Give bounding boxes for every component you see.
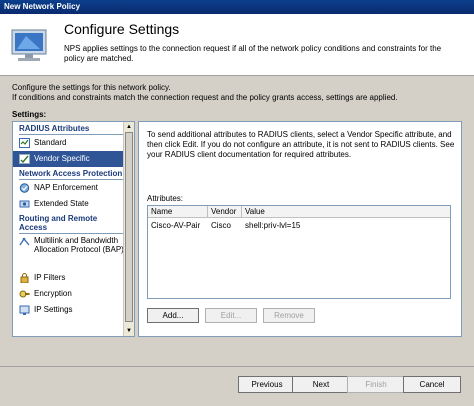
window-title: New Network Policy (0, 0, 474, 14)
standard-icon (19, 138, 30, 148)
cell-value: shell:priv-lvl=15 (245, 221, 301, 230)
edit-button[interactable]: Edit... (205, 308, 257, 323)
remove-button[interactable]: Remove (263, 308, 315, 323)
table-row[interactable]: Cisco-AV-Pair Cisco shell:priv-lvl=15 (148, 219, 450, 233)
nap-enforcement-icon (19, 183, 30, 193)
scrollbar-thumb[interactable] (125, 132, 133, 322)
sidebar-item-vendor-specific[interactable]: Vendor Specific (13, 151, 125, 167)
sidebar-item-extended-state[interactable]: Extended State (13, 196, 125, 212)
footer-divider (0, 366, 474, 367)
cell-vendor: Cisco (211, 221, 232, 230)
intro-text: Configure the settings for this network … (12, 83, 462, 103)
header-description: NPS applies settings to the connection r… (64, 44, 442, 63)
column-header-value[interactable]: Value (242, 206, 450, 218)
attributes-table[interactable]: Name Vendor Value Cisco-AV-Pair Cisco sh… (147, 205, 451, 299)
sidebar-item-encryption[interactable]: Encryption (13, 286, 125, 302)
header-panel: Configure Settings NPS applies settings … (0, 14, 474, 76)
group-network-access-protection: Network Access Protection (13, 167, 125, 180)
settings-tree[interactable]: RADIUS Attributes Standard Vendor Specif… (12, 121, 135, 337)
vendor-specific-panel: To send additional attributes to RADIUS … (138, 121, 462, 337)
vendor-specific-description: To send additional attributes to RADIUS … (147, 130, 455, 159)
attributes-label: Attributes: (147, 194, 184, 203)
previous-button[interactable]: Previous (238, 376, 296, 393)
column-header-name[interactable]: Name (148, 206, 208, 218)
vendor-specific-icon (19, 154, 30, 164)
add-button[interactable]: Add... (147, 308, 199, 323)
page-title: Configure Settings (64, 21, 180, 37)
extended-state-icon (19, 200, 30, 208)
sidebar-item-ip-settings[interactable]: IP Settings (13, 302, 125, 318)
cancel-button[interactable]: Cancel (403, 376, 461, 393)
ip-settings-icon (19, 305, 30, 315)
sidebar-item-multilink-bap[interactable]: Multilink and Bandwidth Allocation Proto… (13, 234, 125, 270)
encryption-icon (19, 290, 30, 298)
sidebar-scrollbar[interactable]: ▲ ▼ (123, 122, 134, 336)
sidebar-item-ip-filters[interactable]: IP Filters (13, 270, 125, 286)
intro-line-1: Configure the settings for this network … (12, 83, 171, 92)
scroll-down-arrow-icon[interactable]: ▼ (124, 326, 134, 336)
finish-button[interactable]: Finish (347, 376, 405, 393)
computer-monitor-icon (11, 29, 47, 61)
column-header-vendor[interactable]: Vendor (208, 206, 242, 218)
multilink-icon (19, 237, 30, 246)
group-radius-attributes: RADIUS Attributes (13, 122, 125, 135)
lock-icon (20, 273, 29, 283)
next-button[interactable]: Next (292, 376, 350, 393)
intro-line-2: If conditions and constraints match the … (12, 93, 398, 102)
sidebar-item-standard[interactable]: Standard (13, 135, 125, 151)
table-header: Name Vendor Value (148, 206, 450, 218)
sidebar-item-nap-enforcement[interactable]: NAP Enforcement (13, 180, 125, 196)
scroll-up-arrow-icon[interactable]: ▲ (124, 122, 134, 132)
group-routing-remote-access: Routing and Remote Access (13, 212, 125, 234)
cell-name: Cisco-AV-Pair (151, 221, 201, 230)
settings-label: Settings: (12, 110, 47, 119)
